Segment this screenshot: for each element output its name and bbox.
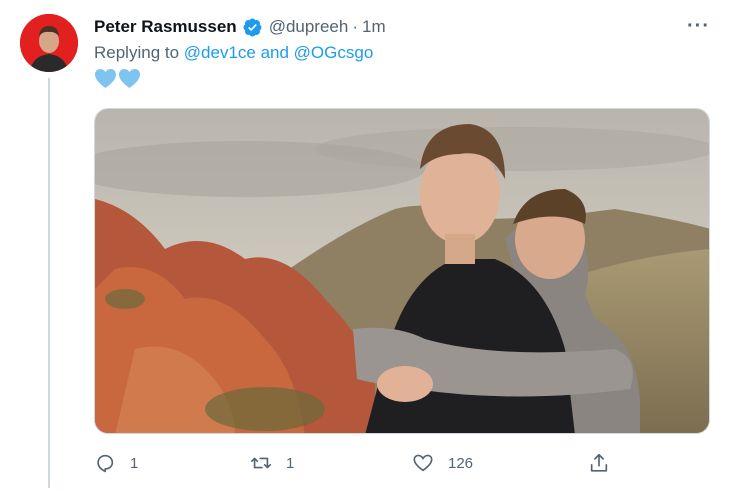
tweet-text xyxy=(94,68,141,89)
avatar[interactable] xyxy=(20,14,78,72)
thread-line xyxy=(48,78,50,488)
tweet-photo[interactable] xyxy=(94,108,710,434)
like-count: 126 xyxy=(448,454,474,472)
verified-badge-icon xyxy=(243,18,262,36)
avatar-image xyxy=(20,14,78,72)
replying-prefix: Replying to xyxy=(94,43,184,62)
mention-ogcsgo[interactable]: @OGcsgo xyxy=(294,43,374,62)
replying-to: Replying to @dev1ce and @OGcsgo xyxy=(94,43,373,63)
author-handle[interactable]: @dupreeh xyxy=(269,17,349,37)
tweet-header: Peter Rasmussen @dupreeh · 1m xyxy=(94,16,386,38)
timestamp[interactable]: 1m xyxy=(362,17,386,37)
retweet-button[interactable]: 1 xyxy=(250,452,294,474)
share-button[interactable] xyxy=(588,452,610,474)
heart-icon xyxy=(413,454,433,472)
blue-heart-icon xyxy=(95,68,116,89)
mention-joiner: and xyxy=(255,43,294,62)
like-button[interactable]: 126 xyxy=(412,452,473,474)
reply-button[interactable]: 1 xyxy=(94,452,138,474)
tweet-actions: 1 1 126 xyxy=(94,452,624,478)
separator-dot: · xyxy=(352,17,359,36)
photo-image xyxy=(95,109,709,433)
share-icon xyxy=(590,453,608,472)
author-name[interactable]: Peter Rasmussen xyxy=(94,17,237,37)
retweet-icon xyxy=(251,457,271,469)
retweet-count: 1 xyxy=(286,454,295,472)
blue-heart-icon xyxy=(119,68,140,89)
reply-icon xyxy=(97,454,114,473)
mention-dev1ce[interactable]: @dev1ce xyxy=(184,43,256,62)
reply-count: 1 xyxy=(130,454,139,472)
more-options-icon[interactable]: ··· xyxy=(687,16,710,36)
